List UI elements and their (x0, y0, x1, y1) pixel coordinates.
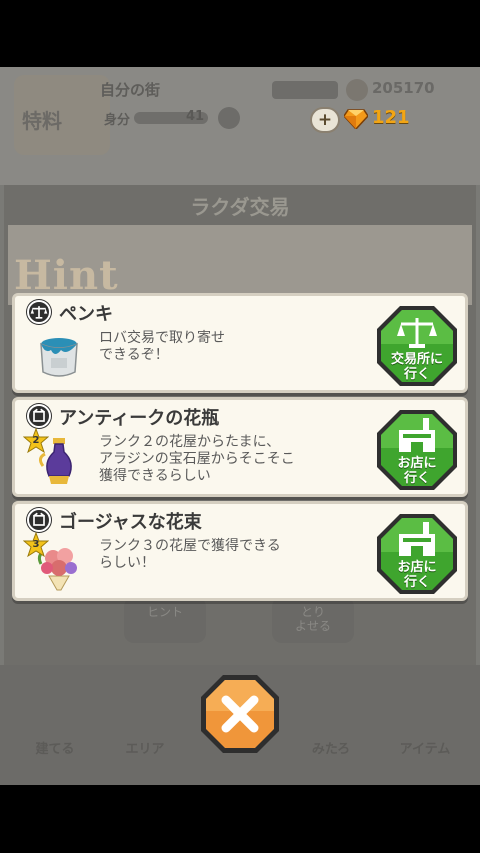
coin-count: 205170 (372, 79, 435, 97)
rank-label: 身分 (104, 113, 131, 128)
gem-count: 121 (372, 107, 410, 128)
box-icon (27, 404, 51, 428)
hint-description: ロバ交易で取り寄せ できるぞ！ (99, 330, 225, 363)
hint-description: ランク３の花屋で獲得できる らしい！ (99, 538, 281, 571)
add-gems-button[interactable]: + (310, 107, 340, 133)
nav-area-label: エリア (125, 742, 165, 757)
game-logo: 特料 (14, 75, 110, 155)
gem-icon (344, 109, 368, 129)
close-button[interactable] (199, 673, 281, 755)
hint-button-background: ヒント (124, 597, 206, 643)
go-to-trade-button[interactable]: 交易所に 行く (375, 304, 459, 388)
hint-title: ゴージャスな花束 (59, 512, 202, 533)
scale-icon (27, 300, 51, 324)
nav-view-label: みたろ (311, 742, 351, 757)
hint-title: アンティークの花瓶 (59, 408, 220, 429)
order-button-background: とり よせる (272, 597, 354, 643)
box-icon (27, 508, 51, 532)
nav-build: 建てる (10, 687, 100, 767)
order-button-label: とり よせる (294, 605, 331, 633)
go-to-shop-label: お店に 行く (397, 456, 437, 486)
coin-icon (346, 79, 368, 101)
plus-icon: + (317, 109, 333, 130)
nav-items: アイテム (380, 687, 470, 767)
system-bottom-bar (0, 785, 480, 853)
hint-card-paint: ペンキ ロバ交易で取り寄せ できるぞ！ 交易所に 行く (12, 293, 468, 393)
hint-card-bouquet: ゴージャスな花束 3 ランク３の花屋で獲得できる らしい！ お店に 行く (12, 501, 468, 601)
game-screen: 特料 自分の街 身分 41 205170 + 121 ラクダ交易 Hint ヒン… (0, 67, 480, 785)
nav-items-label: アイテム (399, 742, 451, 757)
rank-value: 41 (186, 109, 205, 124)
town-name: 自分の街 (100, 81, 161, 99)
hint-description: ランク２の花屋からたまに、 アラジンの宝石屋からそこそこ 獲得できるらしい (99, 434, 295, 484)
points-label-box (272, 81, 338, 99)
go-to-shop-label: お店に 行く (397, 560, 437, 590)
nav-build-label: 建てる (35, 742, 75, 757)
logo-text: 特料 (22, 109, 62, 133)
top-status-bar: 特料 自分の街 身分 41 205170 + 121 (0, 67, 480, 185)
rank-badge: 2 (22, 427, 50, 454)
nav-area: エリア (100, 687, 190, 767)
panel-title: ラクダ交易 (190, 195, 290, 219)
hint-card-vase: アンティークの花瓶 2 ランク２の花屋からたまに、 アラジンの宝石屋からそこそこ… (12, 397, 468, 497)
rank-badge-value: 3 (32, 539, 40, 550)
paint-bucket-icon (40, 338, 78, 377)
rank-plus-button (218, 107, 240, 129)
hint-heading: Hint (14, 252, 119, 299)
go-to-shop-button[interactable]: お店に 行く (375, 512, 459, 596)
nav-view: みたろ (286, 687, 376, 767)
rank-badge-value: 2 (32, 435, 40, 446)
hint-title: ペンキ (59, 304, 113, 325)
go-to-trade-label: 交易所に 行く (390, 352, 443, 382)
rank-badge: 3 (22, 531, 50, 558)
go-to-shop-button[interactable]: お店に 行く (375, 408, 459, 492)
